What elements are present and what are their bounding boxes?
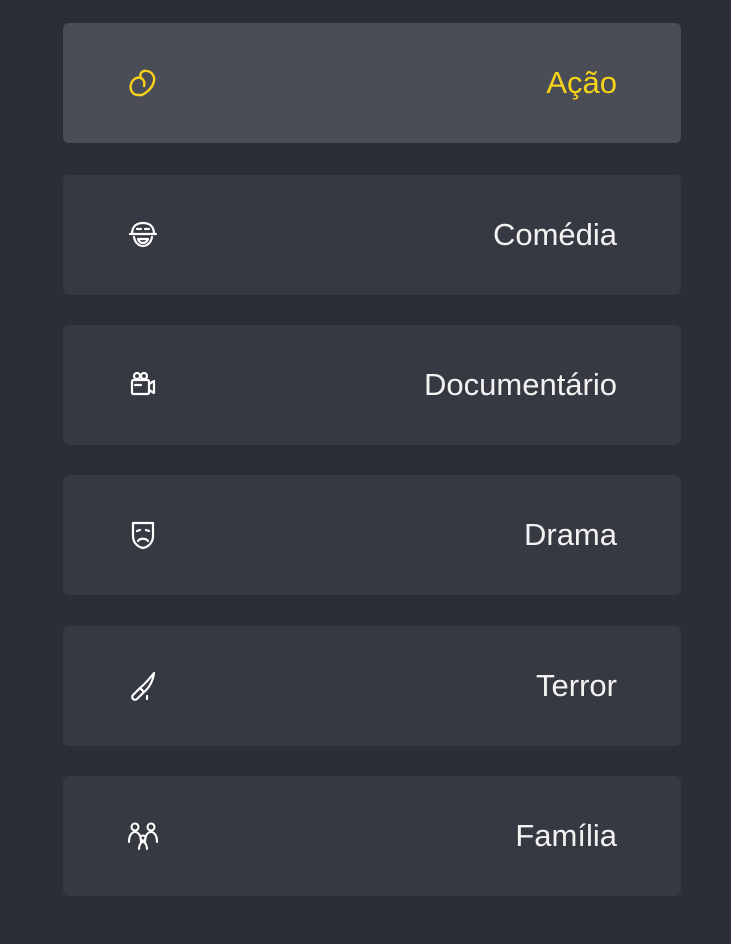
genre-item-terror[interactable]: Terror xyxy=(63,626,681,746)
genre-label: Drama xyxy=(523,517,617,552)
laughing-face-icon xyxy=(123,217,163,253)
genre-label: Família xyxy=(515,818,617,853)
genre-label: Comédia xyxy=(492,217,617,252)
genre-item-drama[interactable]: Drama xyxy=(63,475,681,595)
genre-item-acao[interactable]: Ação xyxy=(63,23,681,143)
knife-icon xyxy=(123,668,163,704)
genre-list: Ação Comédia Documentário Drama Terror F… xyxy=(0,0,731,944)
genre-item-documentario[interactable]: Documentário xyxy=(63,325,681,445)
sad-mask-icon xyxy=(123,517,163,553)
genre-label: Documentário xyxy=(424,367,617,402)
genre-label: Ação xyxy=(546,65,617,100)
genre-item-familia[interactable]: Família xyxy=(63,776,681,896)
boxing-glove-icon xyxy=(123,65,163,101)
family-icon xyxy=(123,818,163,854)
video-camera-icon xyxy=(123,367,163,403)
genre-label: Terror xyxy=(536,668,617,703)
genre-item-comedia[interactable]: Comédia xyxy=(63,175,681,295)
